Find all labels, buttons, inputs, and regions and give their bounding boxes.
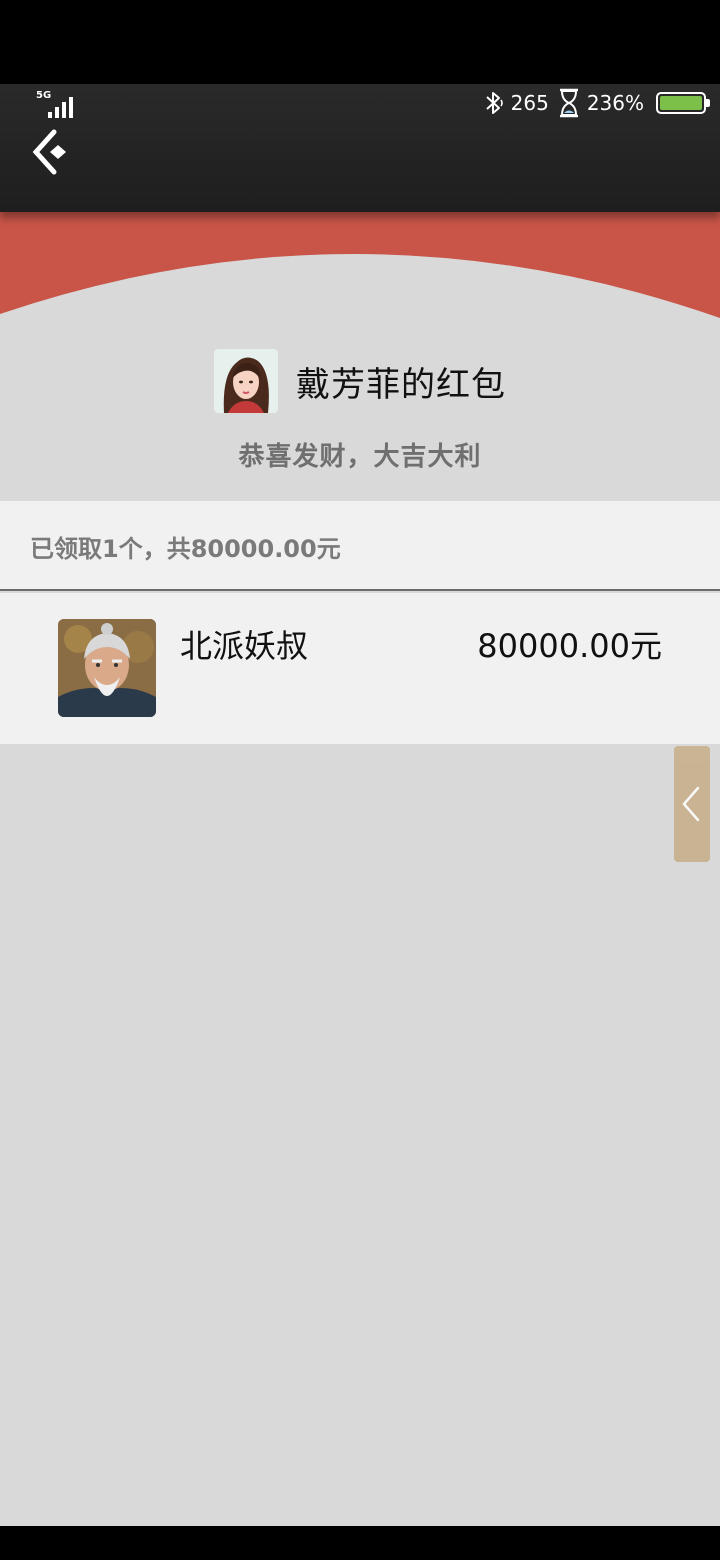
signal-icon xyxy=(48,97,73,118)
side-drawer-handle[interactable] xyxy=(674,746,710,862)
battery-level xyxy=(660,96,702,110)
top-black-bar xyxy=(0,0,720,84)
list-item[interactable]: 北派妖叔 80000.00元 xyxy=(0,593,720,744)
sender-avatar[interactable] xyxy=(214,349,278,413)
sender-name: 戴芳菲的红包 xyxy=(296,364,506,405)
recipient-avatar[interactable] xyxy=(58,619,156,717)
sender-row: 戴芳菲的红包 xyxy=(0,348,720,414)
data-speed: 265 xyxy=(510,91,549,115)
back-button[interactable] xyxy=(28,128,76,176)
status-right: 265 236% xyxy=(483,88,710,118)
battery-icon xyxy=(656,92,710,114)
hourglass-icon xyxy=(559,88,578,118)
red-packet-top-arc xyxy=(0,212,720,318)
recipient-name: 北派妖叔 xyxy=(180,627,309,665)
sender-avatar-image xyxy=(214,349,278,413)
red-packet-content: 戴芳菲的红包 恭喜发财，大吉大利 已领取1个，共80000.00元 北派妖叔 8… xyxy=(0,212,720,1526)
claim-summary: 已领取1个，共80000.00元 xyxy=(0,501,720,591)
app-screen: 5G 265 236% 戴芳菲的红包 恭喜发财，大吉大利 已领取1个，共8000… xyxy=(0,0,720,1560)
greeting-text: 恭喜发财，大吉大利 xyxy=(238,442,482,472)
claim-summary-text: 已领取1个，共80000.00元 xyxy=(30,535,341,563)
recipient-amount: 80000.00元 xyxy=(477,627,662,665)
battery-percent: 236% xyxy=(586,91,644,115)
recipient-avatar-image xyxy=(58,619,156,717)
bottom-black-bar xyxy=(0,1526,720,1560)
back-chevron-icon xyxy=(32,129,66,175)
signal-status: 5G xyxy=(36,90,76,118)
header-bar: 5G 265 236% xyxy=(0,84,720,212)
chevron-left-icon xyxy=(682,786,700,822)
bluetooth-icon xyxy=(485,92,503,114)
